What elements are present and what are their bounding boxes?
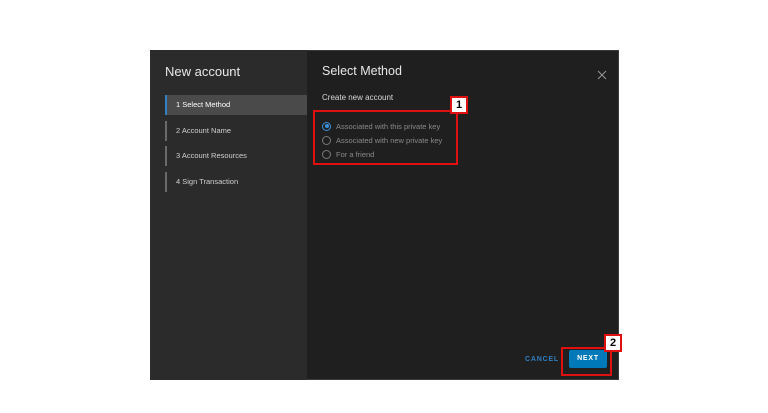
step-sign-transaction[interactable]: 4 Sign Transaction [165, 171, 307, 192]
step-account-name[interactable]: 2 Account Name [165, 120, 307, 141]
annotation-badge-1: 1 [450, 96, 468, 114]
step-account-resources[interactable]: 3 Account Resources [165, 146, 307, 166]
close-icon[interactable] [597, 67, 607, 80]
step-select-method[interactable]: 1 Select Method [165, 95, 307, 115]
wizard-sidebar: New account 1 Select Method 2 Account Na… [150, 50, 307, 380]
dialog-title: New account [165, 64, 241, 79]
cancel-button[interactable]: CANCEL [525, 356, 559, 363]
section-title: Select Method [322, 64, 402, 78]
annotation-box-1 [313, 110, 458, 165]
new-account-dialog: New account 1 Select Method 2 Account Na… [150, 50, 619, 380]
annotation-badge-2: 2 [604, 334, 622, 352]
create-new-account-label: Create new account [322, 93, 394, 102]
wizard-steps: 1 Select Method 2 Account Name 3 Account… [165, 95, 307, 197]
